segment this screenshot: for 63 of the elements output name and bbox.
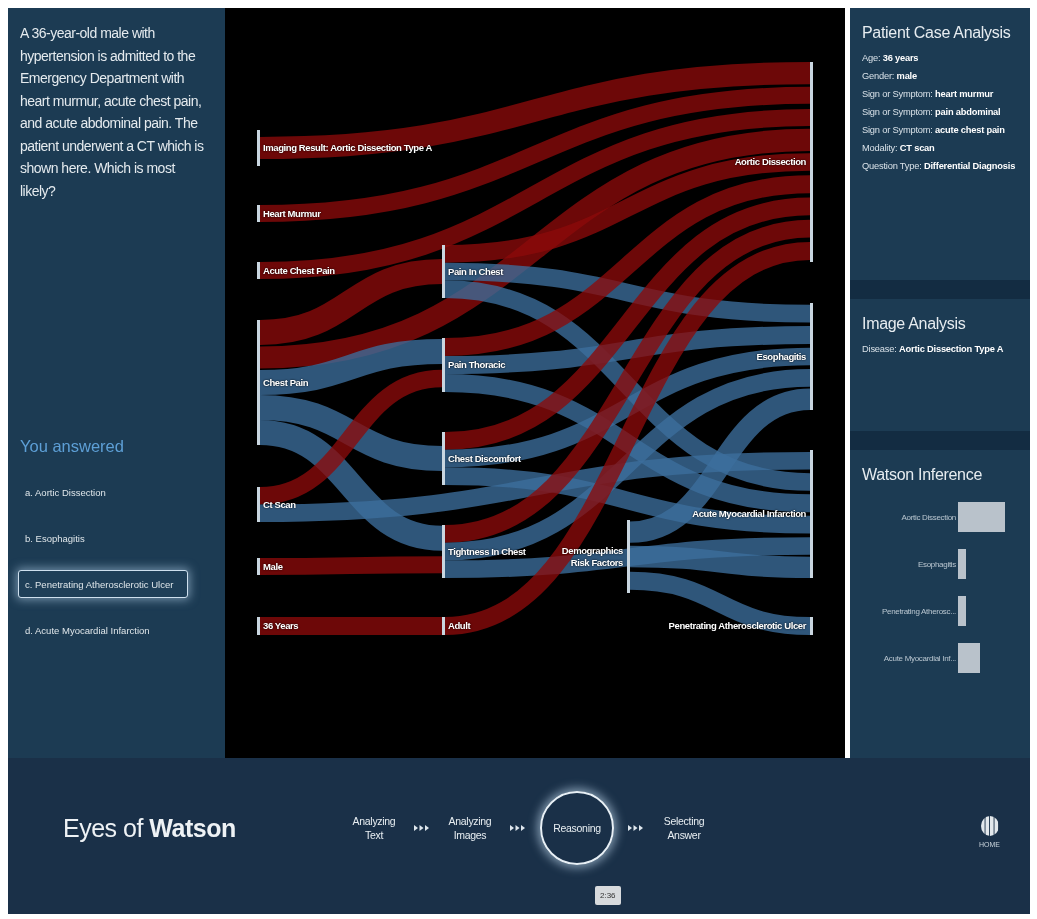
node-label: Imaging Result: Aortic Dissection Type A bbox=[263, 142, 432, 154]
question-text: A 36-year-old male with hypertension is admitted to the Emergency Department with heart murmur, acute chest pain, and acute abdominal pain. The patient underwent a CT which is shown here. Which is most likely? bbox=[20, 24, 205, 201]
app-title: Eyes of Watson bbox=[63, 813, 237, 843]
case-fact: Gender: male bbox=[862, 70, 918, 83]
case-fact: Sign or Symptom: acute chest pain bbox=[862, 124, 1006, 137]
chevrons-icon bbox=[414, 824, 430, 832]
step-label[interactable]: Analyzing Text bbox=[348, 814, 400, 842]
answer-option[interactable]: d. Acute Myocardial Infarction bbox=[18, 616, 188, 644]
node-bar bbox=[810, 617, 813, 635]
case-fact: Modality: CT scan bbox=[862, 142, 936, 155]
inference-bar bbox=[958, 549, 966, 579]
card-title: Watson Inference bbox=[862, 466, 983, 484]
node-label: Tightness In Chest bbox=[448, 545, 526, 558]
node-label: 36 Years bbox=[263, 620, 299, 632]
bar-label: Esophagitis bbox=[916, 559, 956, 569]
chevrons-icon bbox=[510, 824, 526, 832]
node-bar bbox=[442, 338, 445, 392]
node-label: Pain In Chest bbox=[448, 265, 503, 278]
node-bar bbox=[257, 262, 260, 279]
card-title: Image Analysis bbox=[862, 315, 967, 333]
node-bar bbox=[257, 487, 260, 522]
bar-label: Aortic Dissection bbox=[900, 512, 956, 522]
card-title: Patient Case Analysis bbox=[862, 24, 1012, 42]
inference-bar bbox=[958, 643, 980, 673]
node-bar bbox=[257, 205, 260, 222]
case-fact: Disease: Aortic Dissection Type A bbox=[862, 343, 1005, 356]
node-bar bbox=[257, 558, 260, 575]
node-label: Heart Murmur bbox=[263, 207, 321, 220]
home-icon[interactable] bbox=[980, 816, 999, 836]
case-fact: Age: 36 years bbox=[862, 52, 920, 65]
bar-label: Acute Myocardial Inf... bbox=[882, 653, 956, 663]
case-fact: Sign or Symptom: heart murmur bbox=[862, 88, 995, 101]
node-label: Male bbox=[263, 560, 283, 573]
step-label[interactable]: Selecting Answer bbox=[658, 814, 710, 842]
node-label: Penetrating Atherosclerotic Ulcer bbox=[668, 620, 806, 632]
node-bar bbox=[257, 617, 260, 635]
node-label: Ct Scan bbox=[263, 498, 296, 511]
node-bar bbox=[442, 432, 445, 485]
node-label: Demographics Risk Factors bbox=[560, 544, 623, 569]
answer-option[interactable]: c. Penetrating Atherosclerotic Ulcer bbox=[18, 570, 188, 598]
node-label: Acute Chest Pain bbox=[263, 264, 335, 277]
answered-heading: You answered bbox=[20, 437, 125, 456]
step-label[interactable]: Analyzing Images bbox=[444, 814, 496, 842]
answer-option[interactable]: b. Esophagitis bbox=[18, 524, 188, 552]
node-label: Aortic Dissection bbox=[734, 156, 806, 168]
node-label: Adult bbox=[448, 620, 471, 632]
node-bar bbox=[442, 245, 445, 298]
node-bar bbox=[442, 525, 445, 578]
node-label: Esophagitis bbox=[756, 350, 806, 363]
step-label[interactable]: Reasoning bbox=[540, 791, 614, 865]
node-label: Pain Thoracic bbox=[448, 359, 506, 371]
inference-bar bbox=[958, 502, 1005, 532]
node-bar bbox=[257, 130, 260, 166]
inference-bar bbox=[958, 596, 966, 626]
timer-badge: 2:36 bbox=[595, 886, 621, 905]
answer-option[interactable]: a. Aortic Dissection bbox=[18, 478, 188, 506]
node-label: Chest Discomfort bbox=[448, 452, 521, 465]
bar-label: Penetrating Atherosc... bbox=[880, 606, 956, 616]
chevrons-icon bbox=[628, 824, 644, 832]
node-bar bbox=[442, 617, 445, 635]
case-fact: Question Type: Differential Diagnosis bbox=[862, 160, 1017, 173]
case-fact: Sign or Symptom: pain abdominal bbox=[862, 106, 1002, 119]
node-label: Chest Pain bbox=[263, 376, 309, 389]
